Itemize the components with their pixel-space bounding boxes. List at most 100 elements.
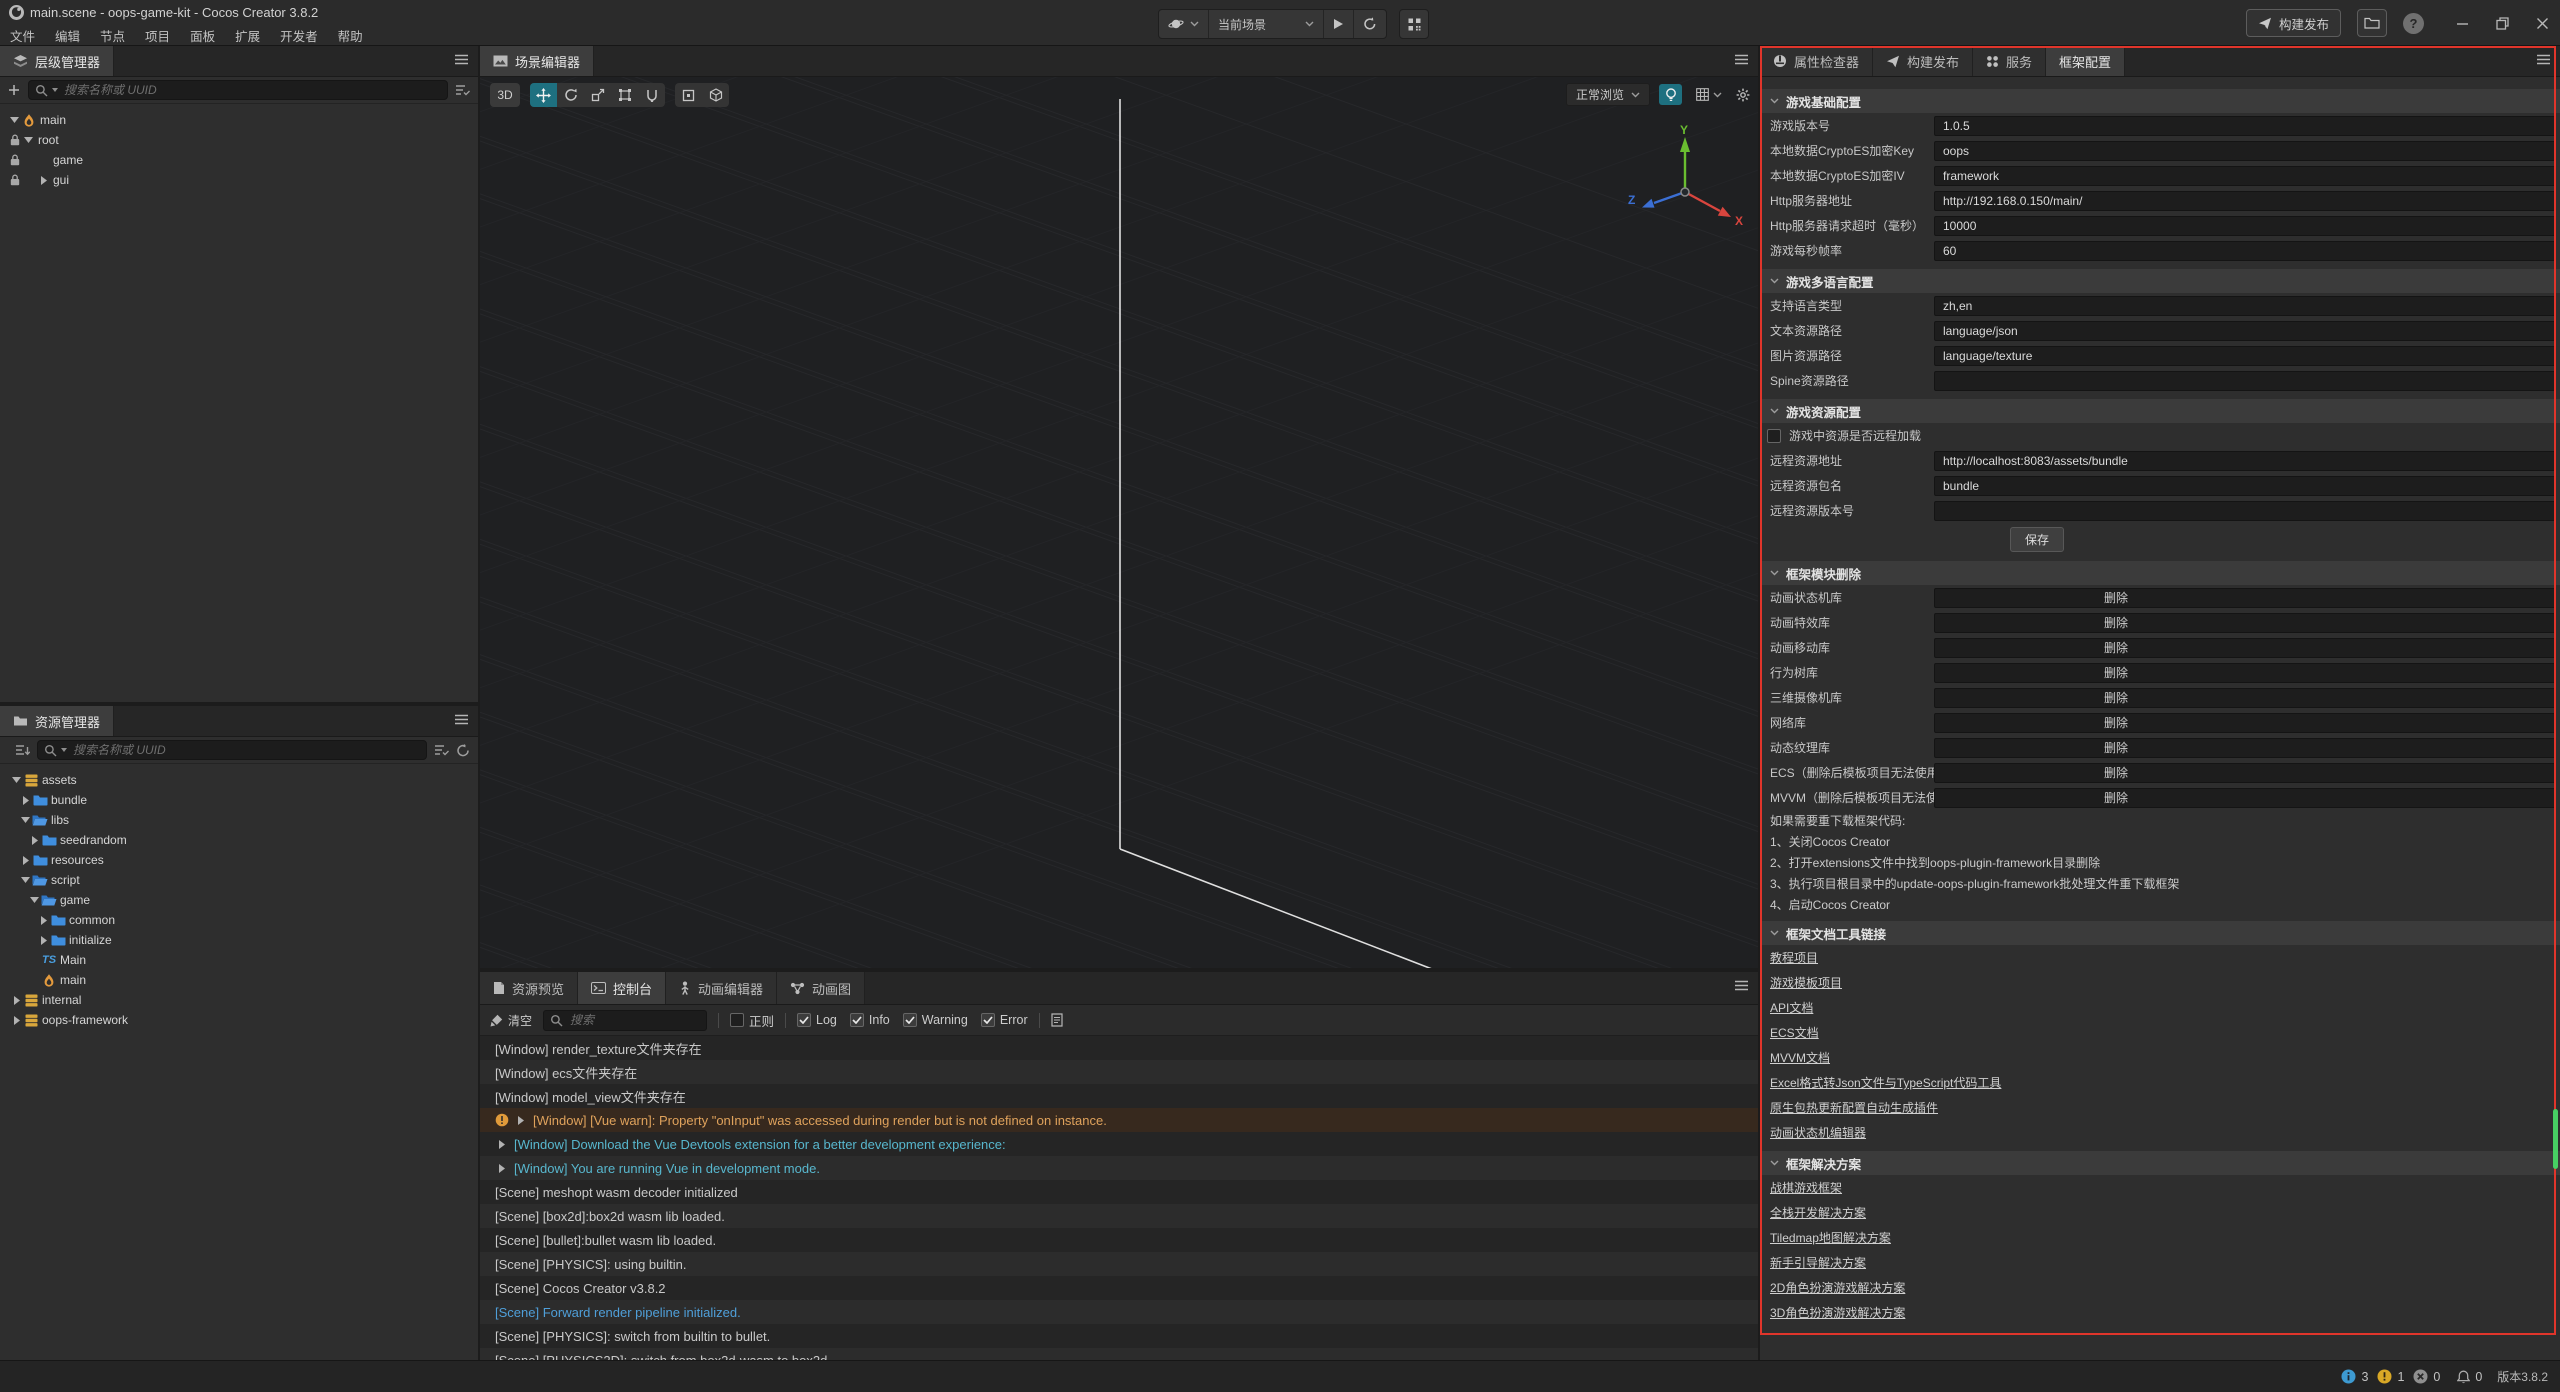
error-count[interactable]: 0 xyxy=(2413,1369,2440,1384)
section-header[interactable]: 框架文档工具链接 xyxy=(1760,921,2560,945)
log-row[interactable]: [Scene] meshopt wasm decoder initialized xyxy=(480,1180,1758,1204)
field-value-input[interactable]: 60 xyxy=(1934,241,2556,261)
log-filter-Info[interactable]: Info xyxy=(850,1013,890,1027)
field-value-input[interactable]: http://localhost:8083/assets/bundle xyxy=(1934,451,2556,471)
hierarchy-menu-icon[interactable] xyxy=(454,54,469,65)
play-button[interactable] xyxy=(1324,10,1354,38)
regex-filter[interactable]: 正则 xyxy=(730,1011,774,1030)
menu-item[interactable]: 节点 xyxy=(90,24,135,47)
inspector-scrollbar-thumb[interactable] xyxy=(2553,1109,2558,1169)
tab-assets[interactable]: 资源管理器 xyxy=(0,706,114,736)
doc-link[interactable]: 原生包热更新配置自动生成插件 xyxy=(1770,1099,1938,1116)
log-row[interactable]: [Scene] [bullet]:bullet wasm lib loaded. xyxy=(480,1228,1758,1252)
log-row[interactable]: [Window] model_view文件夹存在 xyxy=(480,1084,1758,1108)
doc-link[interactable]: MVVM文档 xyxy=(1770,1049,1830,1066)
move-tool-button[interactable] xyxy=(530,83,557,107)
checkbox-Warning[interactable] xyxy=(903,1013,917,1027)
field-value-input[interactable]: framework xyxy=(1934,166,2556,186)
menu-item[interactable]: 项目 xyxy=(135,24,180,47)
log-row[interactable]: [Scene] Forward render pipeline initiali… xyxy=(480,1300,1758,1324)
tab-服务[interactable]: 服务 xyxy=(1973,46,2046,76)
doc-link[interactable]: ECS文档 xyxy=(1770,1024,1819,1041)
tree-item[interactable]: root xyxy=(0,130,478,150)
section-header[interactable]: 游戏资源配置 xyxy=(1760,399,2560,423)
menu-item[interactable]: 开发者 xyxy=(270,24,328,47)
tab-框架配置[interactable]: 框架配置 xyxy=(2046,46,2125,76)
delete-module-button[interactable]: 删除 xyxy=(2100,664,2132,682)
tab-属性检查器[interactable]: 属性检查器 xyxy=(1760,46,1873,76)
log-row[interactable]: [Window] You are running Vue in developm… xyxy=(480,1156,1758,1180)
coordinate-toggle-button[interactable] xyxy=(702,83,729,107)
doc-link[interactable]: 全栈开发解决方案 xyxy=(1770,1204,1866,1221)
panel-menu-icon[interactable] xyxy=(2536,54,2551,65)
tree-item[interactable]: initialize xyxy=(0,930,478,950)
doc-link[interactable]: 新手引导解决方案 xyxy=(1770,1254,1866,1271)
menu-item[interactable]: 扩展 xyxy=(225,24,270,47)
restore-button[interactable] xyxy=(2494,15,2510,31)
scene-menu-icon[interactable] xyxy=(1734,54,1749,65)
console-search-input[interactable] xyxy=(568,1012,700,1028)
console-search[interactable] xyxy=(543,1010,707,1031)
tab-动画编辑器[interactable]: 动画编辑器 xyxy=(666,972,777,1004)
expand-caret-icon[interactable] xyxy=(514,1116,528,1125)
expand-arrow-icon[interactable] xyxy=(10,996,23,1005)
regex-checkbox[interactable] xyxy=(730,1013,744,1027)
field-value-input[interactable]: 10000 xyxy=(1934,216,2556,236)
collapse-arrow-icon[interactable] xyxy=(10,777,23,783)
gear-icon[interactable] xyxy=(1736,88,1750,102)
checkbox-Info[interactable] xyxy=(850,1013,864,1027)
open-project-folder-button[interactable] xyxy=(2357,9,2387,37)
section-header[interactable]: 游戏基础配置 xyxy=(1760,89,2560,113)
expand-arrow-icon[interactable] xyxy=(28,836,41,845)
section-header[interactable]: 框架模块删除 xyxy=(1760,561,2560,585)
notification-count[interactable]: 0 xyxy=(2457,1370,2482,1384)
view-mode-select[interactable]: 正常浏览 xyxy=(1566,83,1650,106)
doc-link[interactable]: 动画状态机编辑器 xyxy=(1770,1124,1866,1141)
delete-module-button[interactable]: 删除 xyxy=(2100,714,2132,732)
menu-item[interactable]: 帮助 xyxy=(328,24,373,47)
platform-select-button[interactable] xyxy=(1159,10,1209,38)
expand-caret-icon[interactable] xyxy=(495,1164,509,1173)
toggle-3d-button[interactable]: 3D xyxy=(490,83,520,107)
delete-module-button[interactable]: 删除 xyxy=(2100,639,2132,657)
lighting-toggle-button[interactable] xyxy=(1659,84,1682,105)
close-button[interactable] xyxy=(2534,15,2550,31)
restart-button[interactable] xyxy=(1354,10,1386,38)
field-value-input[interactable]: bundle xyxy=(1934,476,2556,496)
rotate-tool-button[interactable] xyxy=(557,83,584,107)
warning-count[interactable]: 1 xyxy=(2377,1369,2404,1384)
log-row[interactable]: [Window] [Vue warn]: Property "onInput" … xyxy=(480,1108,1758,1132)
assets-search[interactable] xyxy=(37,740,427,760)
tree-item[interactable]: game xyxy=(0,890,478,910)
expand-arrow-icon[interactable] xyxy=(37,936,50,945)
hierarchy-search-input[interactable] xyxy=(62,82,441,98)
tree-item[interactable]: gui xyxy=(0,170,478,190)
tab-scene-editor[interactable]: 场景编辑器 xyxy=(480,46,594,76)
scale-tool-button[interactable] xyxy=(584,83,611,107)
menu-item[interactable]: 编辑 xyxy=(45,24,90,47)
tree-item[interactable]: assets xyxy=(0,770,478,790)
info-count[interactable]: 3 xyxy=(2341,1369,2368,1384)
tree-item[interactable]: TSMain xyxy=(0,950,478,970)
field-value-input[interactable]: language/json xyxy=(1934,321,2556,341)
save-button[interactable]: 保存 xyxy=(2010,527,2064,552)
expand-arrow-icon[interactable] xyxy=(19,856,32,865)
collapse-arrow-icon[interactable] xyxy=(19,817,32,823)
log-row[interactable]: [Scene] [PHYSICS]: using builtin. xyxy=(480,1252,1758,1276)
field-value-input[interactable] xyxy=(1934,371,2556,391)
hierarchy-search[interactable] xyxy=(28,80,448,100)
delete-module-button[interactable]: 删除 xyxy=(2100,764,2132,782)
log-row[interactable]: [Scene] Cocos Creator v3.8.2 xyxy=(480,1276,1758,1300)
filter-list-icon[interactable] xyxy=(434,744,449,756)
filter-list-icon[interactable] xyxy=(455,84,470,96)
log-row[interactable]: [Window] ecs文件夹存在 xyxy=(480,1060,1758,1084)
delete-module-button[interactable]: 删除 xyxy=(2100,589,2132,607)
collapse-arrow-icon[interactable] xyxy=(22,137,35,143)
delete-module-button[interactable]: 删除 xyxy=(2100,614,2132,632)
open-log-file-icon[interactable] xyxy=(1051,1013,1063,1027)
log-row[interactable]: [Window] Download the Vue Devtools exten… xyxy=(480,1132,1758,1156)
tree-item[interactable]: libs xyxy=(0,810,478,830)
tree-item[interactable]: oops-framework xyxy=(0,1010,478,1030)
assets-search-input[interactable] xyxy=(71,742,420,758)
scene-viewport[interactable]: 3D 正常浏览 xyxy=(480,77,1758,968)
